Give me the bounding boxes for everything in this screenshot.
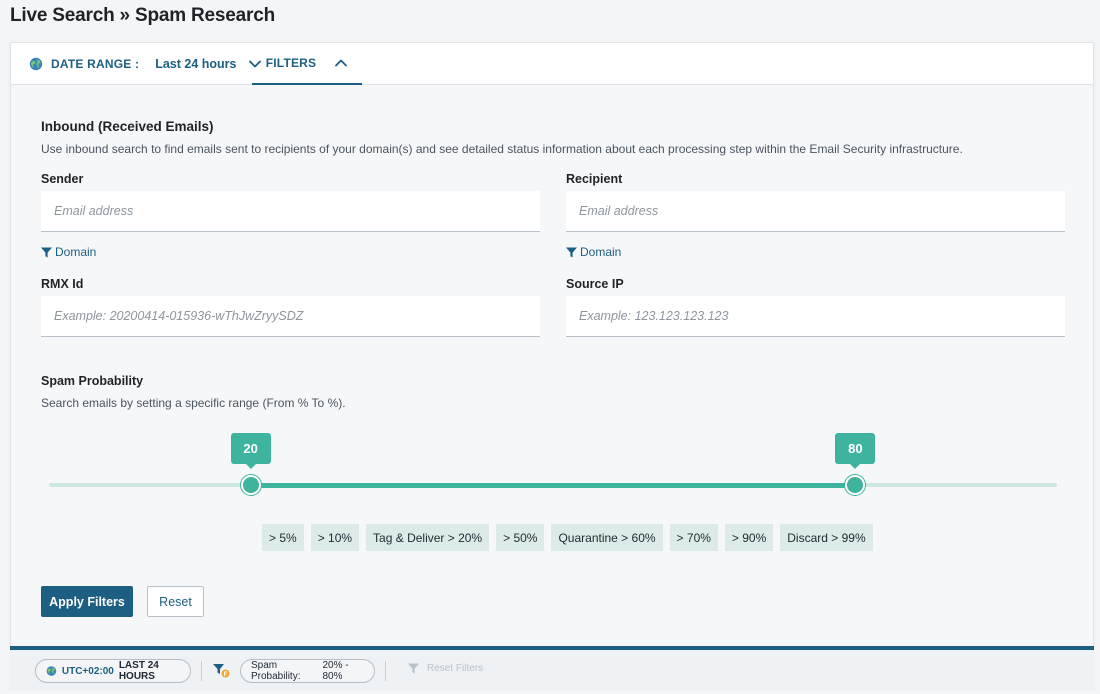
preset-button[interactable]: > 5% (262, 524, 304, 551)
search-card: DATE RANGE : Last 24 hours FILTERS Inbou… (10, 42, 1094, 647)
recipient-domain-filter[interactable]: Domain (566, 245, 621, 259)
filter-name-text: Spam Probability: (251, 660, 301, 682)
slider-from-handle[interactable] (240, 475, 261, 495)
divider (201, 661, 202, 681)
page-title: Live Search » Spam Research (10, 5, 275, 26)
preset-buttons: > 5% > 10% Tag & Deliver > 20% > 50% Quarant… (262, 524, 873, 551)
preset-button[interactable]: > 50% (496, 524, 545, 551)
tab-filters[interactable]: FILTERS (252, 43, 362, 85)
slider-to-bubble: 80 (835, 433, 876, 469)
section-description: Use inbound search to find emails sent t… (41, 142, 963, 156)
funnel-icon (41, 247, 52, 257)
preset-button[interactable]: Quarantine > 60% (551, 524, 663, 551)
divider (385, 661, 386, 681)
filter-value-text: 20% - 80% (322, 660, 349, 682)
sender-label: Sender (41, 172, 84, 186)
date-range-label: DATE RANGE : (51, 57, 140, 71)
preset-button[interactable]: > 70% (669, 524, 718, 551)
status-bar: UTC+02:00 LAST 24 HOURS F Spam Probabili… (10, 646, 1094, 690)
filters-label: FILTERS (265, 56, 317, 70)
tab-bar: DATE RANGE : Last 24 hours FILTERS (11, 43, 1093, 85)
date-range-dropdown[interactable]: DATE RANGE : Last 24 hours (29, 43, 262, 85)
source-ip-label: Source IP (566, 277, 624, 291)
globe-icon (29, 57, 43, 71)
recipient-label: Recipient (566, 172, 623, 186)
timezone-text: UTC+02:00 (61, 665, 114, 677)
spam-probability-chip[interactable]: Spam Probability: 20% - 80% (240, 659, 375, 683)
svg-text:F: F (224, 672, 228, 678)
globe-icon (46, 666, 57, 676)
sender-domain-filter[interactable]: Domain (41, 245, 96, 259)
slider-selected-range (250, 483, 856, 488)
spam-probability-title: Spam Probability (41, 374, 144, 388)
rmx-id-input[interactable] (41, 296, 540, 337)
apply-filters-button[interactable]: Apply Filters (41, 586, 133, 617)
funnel-icon (408, 663, 419, 674)
preset-button[interactable]: > 90% (724, 524, 774, 551)
spam-probability-description: Search emails by setting a specific rang… (41, 396, 346, 410)
date-range-chip[interactable]: UTC+02:00 LAST 24 HOURS (35, 659, 191, 683)
section-title: Inbound (Received Emails) (41, 119, 214, 134)
rmx-id-label: RMX Id (41, 277, 84, 291)
sender-input[interactable] (41, 191, 540, 232)
slider-from-bubble: 20 (230, 433, 271, 469)
preset-button[interactable]: Discard > 99% (780, 524, 873, 551)
reset-filters-button[interactable]: Reset Filters (408, 663, 483, 674)
date-range-value: Last 24 hours (155, 57, 237, 71)
active-filter-icon: F (213, 664, 230, 678)
reset-button[interactable]: Reset (147, 586, 204, 617)
chevron-up-icon (335, 59, 348, 67)
preset-button[interactable]: Tag & Deliver > 20% (366, 524, 490, 551)
preset-button[interactable]: > 10% (310, 524, 360, 551)
recipient-input[interactable] (566, 191, 1065, 232)
range-text: LAST 24 HOURS (118, 660, 159, 682)
source-ip-input[interactable] (566, 296, 1065, 337)
reset-filters-label: Reset Filters (427, 663, 484, 674)
slider-to-handle[interactable] (845, 475, 866, 495)
recipient-domain-label: Domain (580, 245, 622, 259)
funnel-icon (566, 247, 577, 257)
sender-domain-label: Domain (55, 245, 97, 259)
